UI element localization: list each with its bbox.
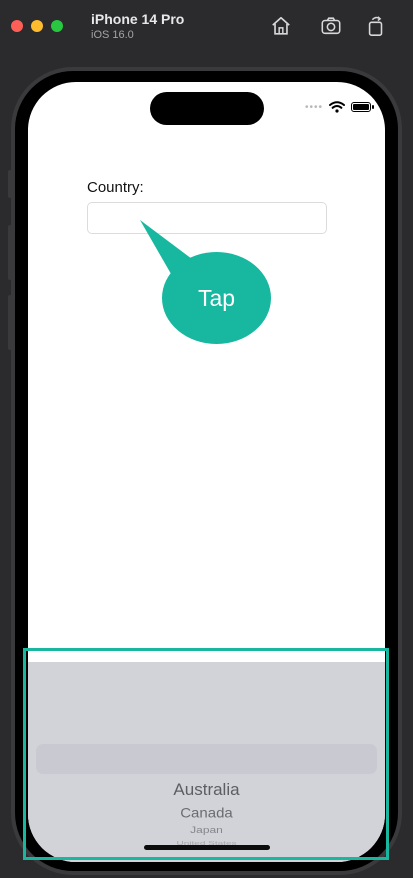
country-field[interactable]	[87, 202, 327, 234]
minimize-window-button[interactable]	[31, 20, 43, 32]
rotate-button[interactable]	[363, 13, 389, 39]
os-version: iOS 16.0	[91, 29, 134, 41]
tap-hint-bubble: Tap	[162, 252, 271, 344]
wifi-icon	[329, 101, 345, 113]
cellular-icon: ••••	[304, 101, 323, 113]
home-icon	[272, 16, 290, 35]
volume-down-button	[8, 295, 12, 350]
picker-highlight-frame	[23, 648, 389, 860]
screenshot-button[interactable]	[318, 13, 344, 39]
tap-hint-text: Tap	[197, 284, 236, 311]
rotate-icon	[368, 16, 383, 36]
zoom-window-button[interactable]	[51, 20, 63, 32]
volume-up-button	[8, 225, 12, 280]
country-label: Country:	[87, 179, 144, 196]
screenshot-icon	[321, 17, 341, 35]
home-button[interactable]	[268, 13, 294, 39]
close-window-button[interactable]	[11, 20, 23, 32]
dynamic-island	[150, 92, 264, 125]
simulator-titlebar: iPhone 14 Pro iOS 16.0	[0, 0, 413, 52]
device-name: iPhone 14 Pro	[91, 11, 185, 27]
status-bar: ••••	[304, 100, 374, 114]
battery-icon	[351, 102, 374, 112]
silent-switch	[8, 170, 12, 198]
